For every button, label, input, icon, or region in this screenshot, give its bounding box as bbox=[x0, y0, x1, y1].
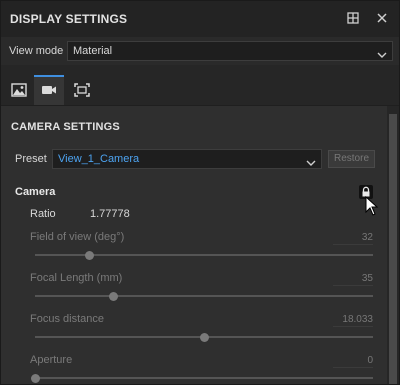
ratio-label: Ratio bbox=[30, 208, 56, 220]
field-of-view-slider[interactable] bbox=[35, 251, 373, 260]
camera-heading: Camera bbox=[15, 186, 56, 198]
view-mode-select[interactable]: Material bbox=[67, 41, 393, 61]
slider-knob[interactable] bbox=[108, 292, 118, 301]
panel-title: DISPLAY SETTINGS bbox=[10, 12, 128, 26]
view-mode-row: View mode Material bbox=[1, 37, 399, 65]
mouse-cursor-icon bbox=[365, 195, 379, 221]
focal-length-value[interactable]: 35 bbox=[333, 273, 373, 286]
view-mode-value: Material bbox=[73, 45, 113, 57]
aperture-value[interactable]: 0 bbox=[333, 355, 373, 368]
title-bar: DISPLAY SETTINGS bbox=[1, 1, 399, 37]
preset-select[interactable]: View_1_Camera bbox=[52, 149, 322, 169]
aperture-label: Aperture bbox=[30, 354, 73, 366]
slider-knob[interactable] bbox=[200, 333, 209, 342]
view-mode-label: View mode bbox=[9, 45, 64, 57]
section-title: CAMERA SETTINGS bbox=[11, 121, 120, 133]
slider-knob[interactable] bbox=[85, 251, 95, 260]
aperture-slider[interactable] bbox=[31, 374, 373, 383]
tab-strip bbox=[1, 65, 399, 106]
chevron-down-icon bbox=[306, 155, 316, 166]
chevron-down-icon bbox=[377, 47, 387, 58]
display-settings-panel: DISPLAY SETTINGS View mode Material CAME… bbox=[0, 0, 400, 385]
tab-camera[interactable] bbox=[34, 75, 64, 105]
camera-icon bbox=[42, 86, 56, 94]
camera-settings-content: CAMERA SETTINGS Preset View_1_Camera Res… bbox=[1, 106, 387, 384]
preset-value: View_1_Camera bbox=[58, 153, 140, 165]
frame-icon bbox=[74, 83, 90, 97]
ratio-value: 1.77778 bbox=[90, 208, 130, 220]
tab-frame[interactable] bbox=[67, 77, 97, 105]
tab-image[interactable] bbox=[4, 77, 34, 105]
focus-distance-value[interactable]: 18.033 bbox=[333, 314, 373, 327]
field-of-view-label: Field of view (deg°) bbox=[30, 231, 125, 243]
preset-label: Preset bbox=[15, 153, 47, 165]
restore-button[interactable]: Restore bbox=[328, 150, 375, 168]
focus-distance-slider[interactable] bbox=[35, 333, 373, 342]
focal-length-label: Focal Length (mm) bbox=[30, 272, 123, 284]
focal-length-slider[interactable] bbox=[35, 292, 373, 301]
slider-knob[interactable] bbox=[31, 374, 40, 383]
field-of-view-value[interactable]: 32 bbox=[333, 232, 373, 245]
focus-distance-label: Focus distance bbox=[30, 313, 104, 325]
scrollbar-thumb[interactable] bbox=[389, 114, 397, 384]
close-icon[interactable] bbox=[375, 11, 391, 27]
dock-icon[interactable] bbox=[346, 11, 362, 27]
image-icon bbox=[11, 83, 27, 97]
